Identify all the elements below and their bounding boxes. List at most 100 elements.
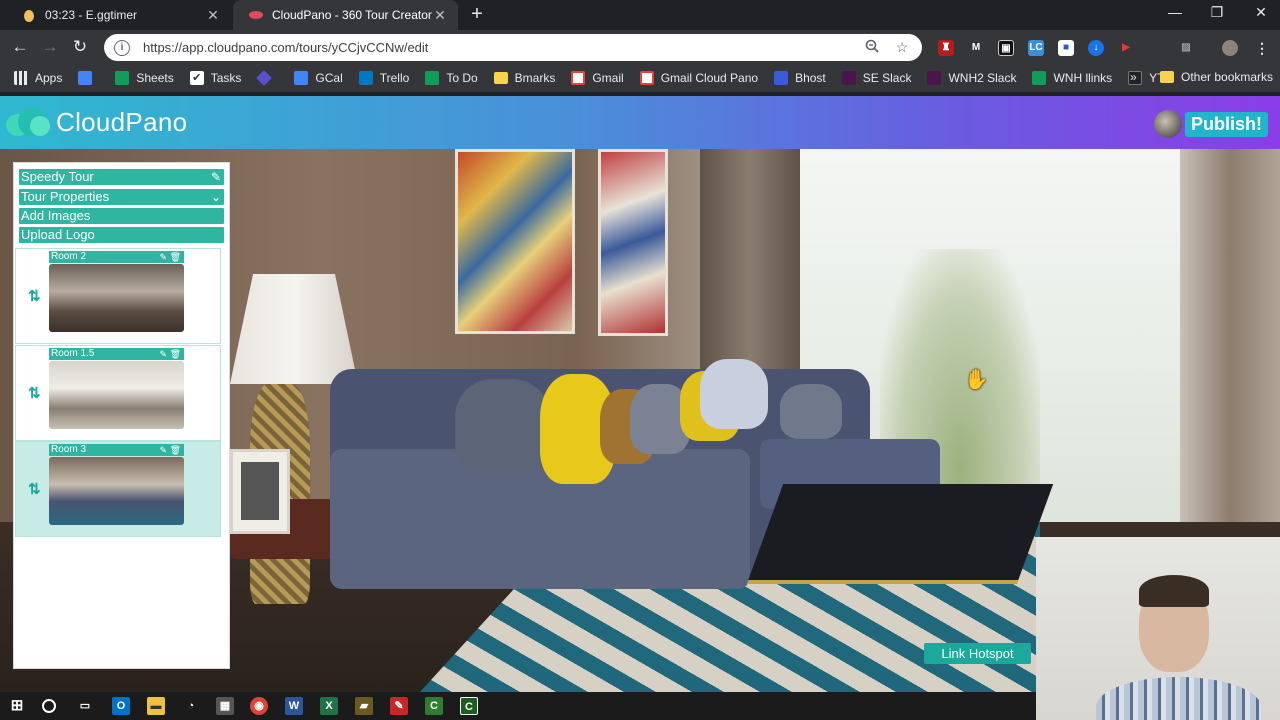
file-explorer-icon[interactable]: ▬ <box>147 697 165 715</box>
room-item[interactable]: ⇅ Room 2 ✎ 🗑 <box>15 248 221 344</box>
other-bookmarks[interactable]: Other bookmarks <box>1160 70 1273 84</box>
sheets-icon <box>115 71 130 85</box>
extension-icon[interactable]: ♜ <box>938 40 954 56</box>
bookmark-tasks[interactable]: ✔ Tasks <box>189 71 241 85</box>
docs-icon <box>78 71 93 85</box>
tab-eggtimer[interactable]: 03:23 - E.ggtimer ✕ <box>6 0 231 30</box>
tour-name-item[interactable]: Speedy Tour ✎ <box>19 169 224 185</box>
bookmark-bmarks[interactable]: Bmarks <box>493 71 555 85</box>
publish-area: Publish! <box>1154 110 1268 138</box>
room-label: Room 1.5 ✎ 🗑 <box>49 348 184 360</box>
zoom-icon[interactable] <box>862 39 882 56</box>
room-item[interactable]: ⇅ Room 1.5 ✎ 🗑 <box>15 345 221 441</box>
lc-extension-icon[interactable]: LC <box>1028 40 1044 56</box>
bhost-icon <box>774 71 789 85</box>
tab-cloudpano[interactable]: CloudPano - 360 Tour Creator ✕ <box>233 0 458 30</box>
add-images-button[interactable]: Add Images <box>19 208 224 224</box>
room-thumbnail[interactable] <box>49 457 184 525</box>
presenter-shirt <box>1096 677 1261 720</box>
edit-icon[interactable]: ✎ <box>211 169 221 185</box>
reload-icon[interactable]: ↻ <box>70 37 90 57</box>
cloudpano-icon <box>249 8 263 22</box>
bookmark-wnh2-slack[interactable]: WNH2 Slack <box>927 71 1016 85</box>
restore-icon[interactable]: ❐ <box>1206 4 1228 24</box>
bookmark-trello[interactable]: Trello <box>358 71 409 85</box>
bookmark-docs[interactable] <box>78 71 99 85</box>
gmail-icon <box>571 71 586 85</box>
windows-taskbar: ⊞ ▭ O ▬ ◔ ▦ ◉ W X ▰ ✎ C C <box>0 692 1036 720</box>
extension-icon[interactable]: ↓ <box>1088 40 1104 56</box>
upload-logo-button[interactable]: Upload Logo <box>19 227 224 243</box>
extension-icon[interactable]: ▨ <box>1178 40 1194 56</box>
bookmark-todo[interactable]: To Do <box>425 71 478 85</box>
bookmark-gmail-cloudpano[interactable]: Gmail Cloud Pano <box>639 71 758 85</box>
pillow <box>700 359 768 429</box>
cloud-logo-icon <box>6 106 50 138</box>
cloudpano-logo[interactable]: CloudPano <box>6 106 187 138</box>
slack-icon <box>841 71 856 85</box>
extension-icon[interactable]: ▶ <box>1118 40 1134 56</box>
drag-handle-icon[interactable]: ⇅ <box>28 480 41 498</box>
sheets-icon <box>425 71 440 85</box>
edit-delete-icons[interactable]: ✎ 🗑 <box>160 251 181 263</box>
more-bookmarks-chevron[interactable]: » <box>1130 70 1137 84</box>
site-info-icon[interactable]: i <box>114 39 130 56</box>
diamond-icon <box>256 70 273 86</box>
drag-handle-icon[interactable]: ⇅ <box>28 287 41 305</box>
coffee-table <box>746 484 1054 584</box>
address-bar[interactable]: i https://app.cloudpano.com/tours/yCCjvC… <box>104 34 922 61</box>
link-hotspot-button[interactable]: Link Hotspot <box>924 643 1031 664</box>
bookmark-gmail[interactable]: Gmail <box>571 71 624 85</box>
extension-icon[interactable]: ■ <box>1058 40 1074 56</box>
back-icon[interactable]: ← <box>10 37 30 57</box>
bookmark-apps[interactable]: Apps <box>14 71 62 85</box>
user-avatar[interactable] <box>1154 110 1182 138</box>
word-icon[interactable]: W <box>285 697 303 715</box>
app-icon[interactable]: ✎ <box>390 697 408 715</box>
room-thumbnail[interactable] <box>49 264 184 332</box>
pillow <box>780 384 842 439</box>
profile-avatar[interactable] <box>1222 40 1238 56</box>
bookmark-se-slack[interactable]: SE Slack <box>841 71 911 85</box>
camtasia-icon[interactable]: C <box>425 697 443 715</box>
edit-delete-icons[interactable]: ✎ 🗑 <box>160 348 181 360</box>
tour-properties-item[interactable]: Tour Properties ⌄ <box>19 189 224 205</box>
task-view-icon[interactable]: ▭ <box>76 697 94 715</box>
gmail-extension-icon[interactable]: M <box>968 40 984 56</box>
bookmark-star-icon[interactable]: ☆ <box>892 39 912 56</box>
room-thumbnail[interactable] <box>49 361 184 429</box>
tab-title: CloudPano - 360 Tour Creator <box>272 8 432 22</box>
publish-button[interactable]: Publish! <box>1185 111 1268 137</box>
search-circle-icon[interactable] <box>42 699 56 713</box>
bookmark-gcal[interactable]: GCal <box>294 71 343 85</box>
room-item-selected[interactable]: ⇅ Room 3 ✎ 🗑 <box>15 441 221 537</box>
bookmark-bhost[interactable]: Bhost <box>774 71 826 85</box>
url-text[interactable]: https://app.cloudpano.com/tours/yCCjvCCN… <box>143 40 852 55</box>
drag-handle-icon[interactable]: ⇅ <box>28 384 41 402</box>
calculator-icon[interactable]: ▦ <box>216 697 234 715</box>
minimize-icon[interactable]: — <box>1164 4 1186 24</box>
bookmark-sheets[interactable]: Sheets <box>115 71 174 85</box>
camtasia-recorder-icon[interactable]: C <box>460 697 478 715</box>
outlook-icon[interactable]: O <box>112 697 130 715</box>
app-icon[interactable]: ◔ <box>182 697 200 715</box>
windows-start-icon[interactable]: ⊞ <box>8 697 26 715</box>
close-tab-icon[interactable]: ✕ <box>432 7 448 24</box>
app-icon[interactable]: ▰ <box>355 697 373 715</box>
bookmark-diamond[interactable] <box>256 70 278 86</box>
gmail-icon <box>639 71 654 85</box>
close-window-icon[interactable]: ✕ <box>1250 4 1272 24</box>
edit-delete-icons[interactable]: ✎ 🗑 <box>160 444 181 456</box>
close-tab-icon[interactable]: ✕ <box>205 7 221 24</box>
chevron-down-icon[interactable]: ⌄ <box>211 189 221 205</box>
extension-icon[interactable]: ▣ <box>998 40 1014 56</box>
bookmark-wnh-links[interactable]: WNH llinks <box>1032 71 1112 85</box>
menu-kebab-icon[interactable]: ⋮ <box>1254 40 1270 56</box>
new-tab-button[interactable]: + <box>466 4 488 26</box>
photo-frame <box>230 449 290 534</box>
webcam-overlay <box>1036 537 1280 720</box>
browser-tab-strip: 03:23 - E.ggtimer ✕ CloudPano - 360 Tour… <box>0 0 1280 30</box>
forward-icon[interactable]: → <box>40 37 60 57</box>
chrome-icon[interactable]: ◉ <box>250 697 268 715</box>
excel-icon[interactable]: X <box>320 697 338 715</box>
